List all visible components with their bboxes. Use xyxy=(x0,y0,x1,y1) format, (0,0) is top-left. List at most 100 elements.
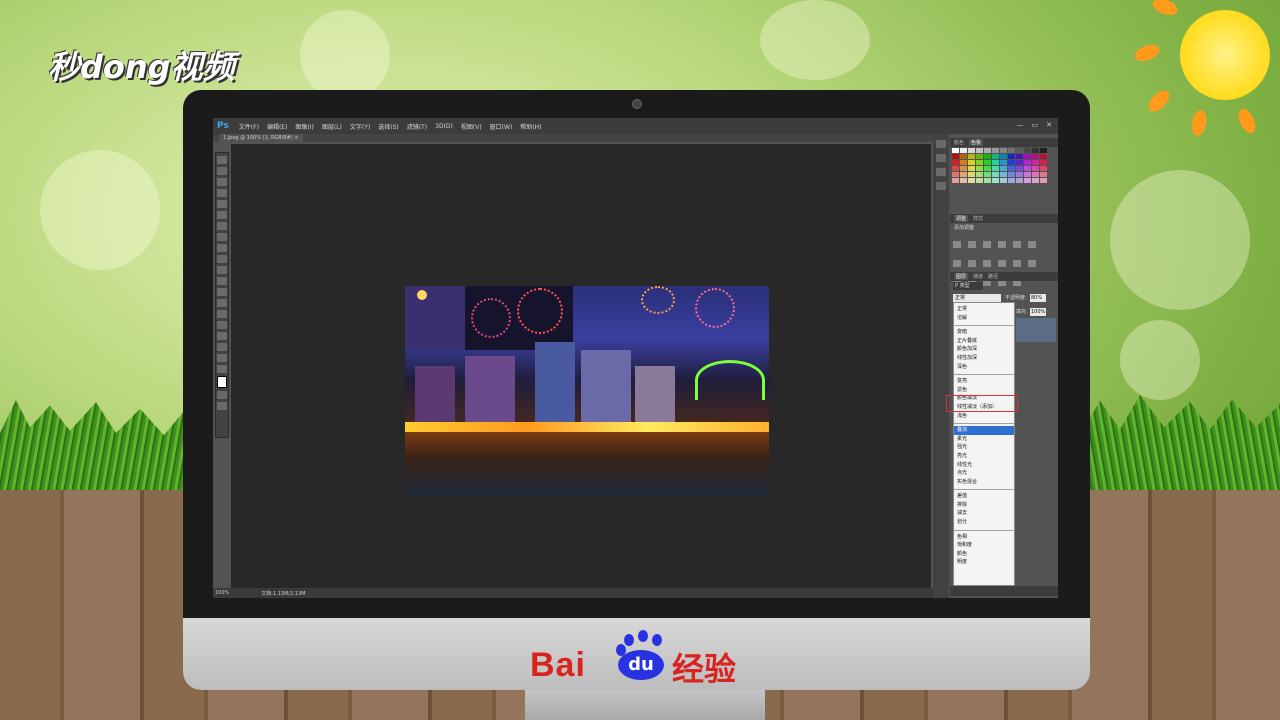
swatch-cell[interactable] xyxy=(960,160,967,165)
swatch-cell[interactable] xyxy=(984,148,991,153)
blend-mode-item[interactable]: 变亮 xyxy=(954,377,1014,386)
fill-input[interactable]: 100% xyxy=(1030,308,1046,316)
swatch-cell[interactable] xyxy=(976,172,983,177)
swatch-cell[interactable] xyxy=(1000,160,1007,165)
gradient-tool-icon[interactable] xyxy=(217,277,227,285)
blend-mode-item[interactable]: 亮光 xyxy=(954,452,1014,461)
tab-layers[interactable]: 图层 xyxy=(954,273,969,280)
blend-mode-item[interactable]: 明度 xyxy=(954,558,1014,567)
swatch-cell[interactable] xyxy=(984,178,991,183)
vibrance-icon[interactable] xyxy=(1013,241,1022,248)
swatch-cell[interactable] xyxy=(992,148,999,153)
blend-mode-item[interactable]: 颜色 xyxy=(954,550,1014,559)
swatch-cell[interactable] xyxy=(1008,178,1015,183)
blend-mode-item[interactable]: 叠加 xyxy=(954,426,1014,435)
swatch-cell[interactable] xyxy=(1000,148,1007,153)
blend-mode-item[interactable]: 变暗 xyxy=(954,328,1014,337)
swatch-cell[interactable] xyxy=(952,148,959,153)
character-panel-icon[interactable] xyxy=(936,168,946,176)
move-tool-icon[interactable] xyxy=(217,156,227,164)
blend-mode-item[interactable]: 颜色加深 xyxy=(954,345,1014,354)
swatch-cell[interactable] xyxy=(1024,178,1031,183)
menu-type[interactable]: 文字(Y) xyxy=(346,122,374,131)
history-brush-icon[interactable] xyxy=(217,255,227,263)
swatch-cell[interactable] xyxy=(984,166,991,171)
swatch-cell[interactable] xyxy=(968,160,975,165)
swatch-cell[interactable] xyxy=(976,148,983,153)
blend-mode-item[interactable]: 实色混合 xyxy=(954,478,1014,487)
marquee-tool-icon[interactable] xyxy=(217,167,227,175)
blend-mode-select[interactable]: 正常 xyxy=(953,294,1001,302)
swatch-cell[interactable] xyxy=(1032,166,1039,171)
swatch-cell[interactable] xyxy=(992,154,999,159)
document-image[interactable] xyxy=(405,286,769,496)
color-lookup-icon[interactable] xyxy=(1028,260,1037,267)
path-select-tool-icon[interactable] xyxy=(217,332,227,340)
swatch-cell[interactable] xyxy=(1040,160,1047,165)
blend-mode-item[interactable]: 饱和度 xyxy=(954,541,1014,550)
maximize-icon[interactable]: ▭ xyxy=(1032,121,1039,129)
menu-layer[interactable]: 图层(L) xyxy=(318,122,346,131)
curves-icon[interactable] xyxy=(983,241,992,248)
document-tab[interactable]: 1.jpeg @ 100% (1, RGB/8#) × xyxy=(219,134,303,143)
swatch-cell[interactable] xyxy=(1024,160,1031,165)
swatch-cell[interactable] xyxy=(952,160,959,165)
blend-mode-item[interactable]: 差值 xyxy=(954,492,1014,501)
black-white-icon[interactable] xyxy=(983,260,992,267)
menu-file[interactable]: 文件(F) xyxy=(235,122,263,131)
zoom-level[interactable]: 100% xyxy=(215,590,229,596)
eraser-tool-icon[interactable] xyxy=(217,266,227,274)
blend-mode-item[interactable]: 柔光 xyxy=(954,435,1014,444)
blend-mode-item[interactable]: 强光 xyxy=(954,443,1014,452)
tab-channels[interactable]: 通道 xyxy=(973,273,983,280)
swatch-cell[interactable] xyxy=(1032,178,1039,183)
swatch-cell[interactable] xyxy=(1032,148,1039,153)
swatch-cell[interactable] xyxy=(952,166,959,171)
hue-saturation-icon[interactable] xyxy=(953,260,961,267)
triangle-icon[interactable] xyxy=(1028,241,1037,248)
swatch-cell[interactable] xyxy=(1016,148,1023,153)
swatch-cell[interactable] xyxy=(992,172,999,177)
swatch-cell[interactable] xyxy=(968,172,975,177)
swatch-cell[interactable] xyxy=(1000,178,1007,183)
swatch-cell[interactable] xyxy=(960,148,967,153)
swatch-cell[interactable] xyxy=(1024,172,1031,177)
channel-mixer-icon[interactable] xyxy=(1013,260,1022,267)
blend-mode-item[interactable]: 线性加深 xyxy=(954,354,1014,363)
dodge-tool-icon[interactable] xyxy=(217,299,227,307)
swatch-cell[interactable] xyxy=(976,154,983,159)
swatch-cell[interactable] xyxy=(1040,178,1047,183)
swatch-cell[interactable] xyxy=(952,178,959,183)
blend-mode-item[interactable]: 排除 xyxy=(954,501,1014,510)
swatch-cell[interactable] xyxy=(992,160,999,165)
menu-edit[interactable]: 编辑(E) xyxy=(263,122,291,131)
stamp-tool-icon[interactable] xyxy=(217,244,227,252)
swatch-cell[interactable] xyxy=(1008,172,1015,177)
tab-styles[interactable]: 样式 xyxy=(973,215,983,222)
opacity-input[interactable]: 80% xyxy=(1030,294,1046,302)
tab-color[interactable]: 颜色 xyxy=(954,139,964,146)
swatch-cell[interactable] xyxy=(1008,166,1015,171)
quick-select-tool-icon[interactable] xyxy=(217,189,227,197)
properties-panel-icon[interactable] xyxy=(936,154,946,162)
swatch-cell[interactable] xyxy=(1000,154,1007,159)
blend-mode-item[interactable]: 溶解 xyxy=(954,314,1014,323)
blend-mode-item[interactable]: 色相 xyxy=(954,533,1014,542)
quick-mask-icon[interactable] xyxy=(217,391,227,399)
menu-window[interactable]: 窗口(W) xyxy=(486,122,517,131)
canvas-area[interactable] xyxy=(231,144,931,588)
swatch-cell[interactable] xyxy=(1000,166,1007,171)
swatch-cell[interactable] xyxy=(1008,154,1015,159)
color-swatch-icon[interactable] xyxy=(217,376,227,388)
tab-swatches[interactable]: 色板 xyxy=(969,139,984,146)
blend-mode-item[interactable]: 滤色 xyxy=(954,386,1014,395)
menu-image[interactable]: 图像(I) xyxy=(291,122,317,131)
swatch-cell[interactable] xyxy=(960,166,967,171)
swatch-cell[interactable] xyxy=(968,154,975,159)
swatch-cell[interactable] xyxy=(1008,160,1015,165)
swatch-cell[interactable] xyxy=(1032,172,1039,177)
healing-tool-icon[interactable] xyxy=(217,222,227,230)
brush-tool-icon[interactable] xyxy=(217,233,227,241)
swatch-cell[interactable] xyxy=(984,154,991,159)
exposure-icon[interactable] xyxy=(998,241,1007,248)
